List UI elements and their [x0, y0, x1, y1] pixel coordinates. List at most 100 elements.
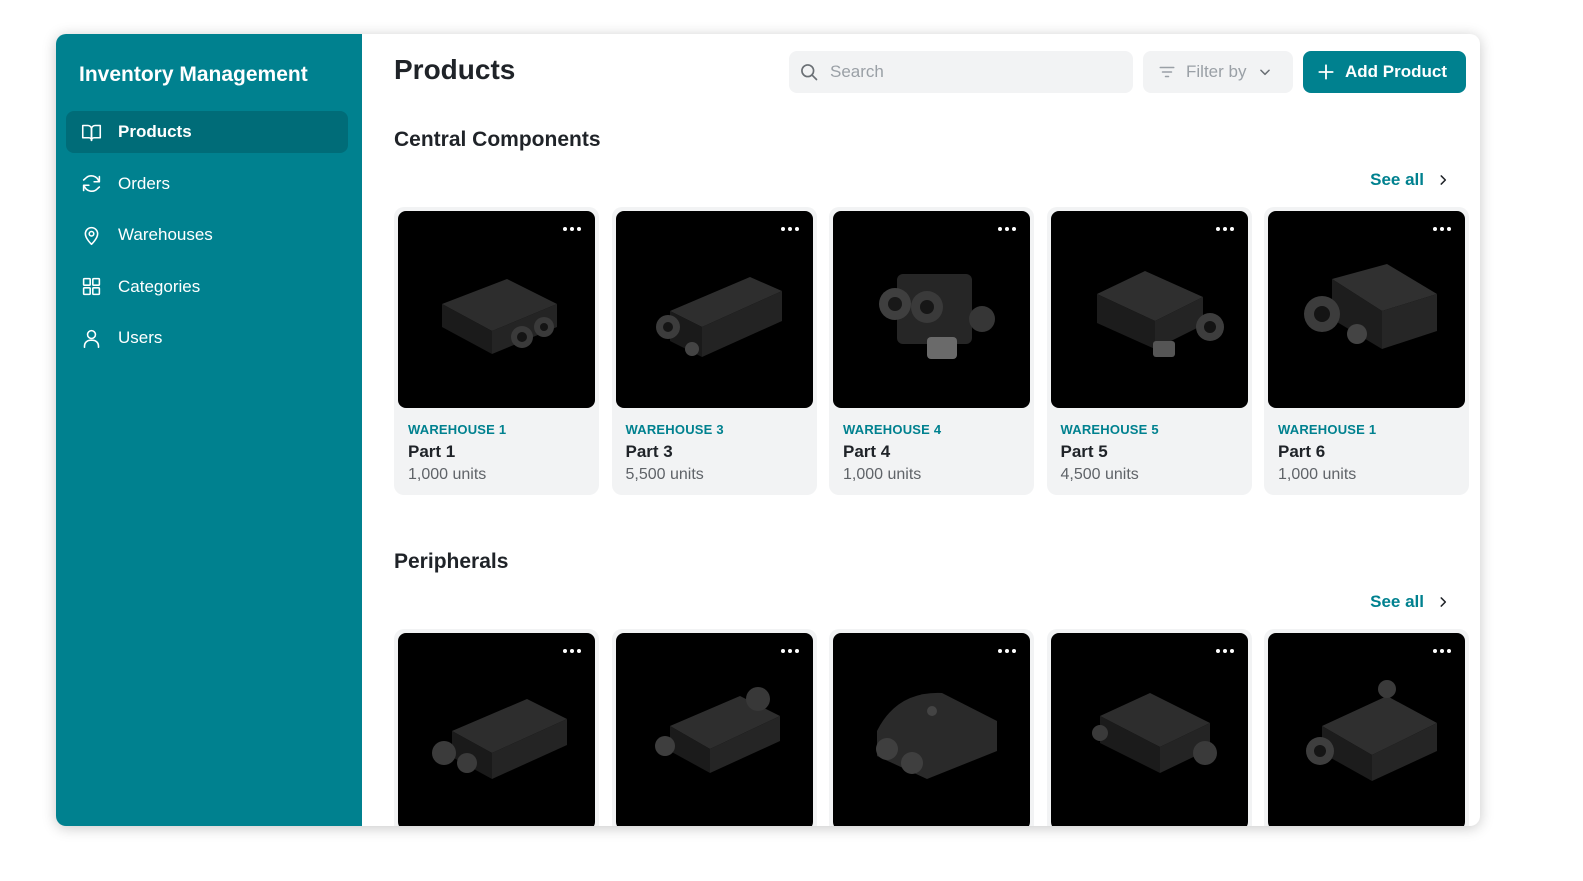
more-options-button[interactable]: [1214, 221, 1236, 237]
product-part-image: [432, 699, 567, 779]
chevron-down-icon: [1260, 69, 1271, 76]
plus-icon: [1318, 64, 1334, 80]
card-body: WAREHOUSE 5 Part 5 4,500 units: [1051, 408, 1248, 484]
product-part-image: [1096, 271, 1224, 357]
card-name: Part 5: [1060, 442, 1108, 461]
more-options-button[interactable]: [996, 643, 1018, 659]
see-all-row: See all: [394, 165, 1466, 195]
add-product-button[interactable]: Add Product: [1303, 51, 1466, 93]
search-icon: [801, 64, 818, 81]
more-horizontal-icon: [1215, 649, 1234, 653]
more-horizontal-icon: [998, 227, 1016, 231]
more-horizontal-icon: [1433, 649, 1451, 653]
more-options-button[interactable]: [561, 221, 583, 237]
more-horizontal-icon: [998, 649, 1016, 653]
sidebar-item-label: Orders: [118, 173, 170, 193]
product-part-image: [442, 279, 557, 354]
card-warehouse: WAREHOUSE 4: [843, 422, 942, 437]
section-title: Central Components: [394, 128, 601, 151]
product-image: [615, 211, 813, 408]
more-options-button[interactable]: [996, 221, 1018, 237]
card-body: WAREHOUSE 1 Part 1 1,000 units: [398, 408, 595, 484]
product-card[interactable]: WAREHOUSE 1 Part 1 1,000 units: [394, 207, 599, 495]
see-all-link[interactable]: See all: [1370, 170, 1450, 190]
more-options-button[interactable]: [779, 643, 801, 659]
sidebar-item-categories[interactable]: Categories: [66, 266, 348, 308]
product-card[interactable]: WAREHOUSE 3 Part 3 5,500 units: [611, 207, 817, 495]
book-open-icon: [81, 124, 102, 141]
section-central-components: Central Components See all WAREHOUSE 1 P…: [394, 125, 1469, 495]
product-part-image: [654, 687, 780, 773]
see-all-row: See all: [394, 587, 1466, 617]
card-units: 1,000 units: [1278, 466, 1357, 483]
sidebar-item-label: Categories: [118, 276, 201, 296]
filter-icon: [1159, 66, 1175, 78]
card-units: 1,000 units: [843, 466, 922, 483]
more-options-button[interactable]: [779, 221, 801, 237]
more-horizontal-icon: [1215, 227, 1234, 231]
filter-button[interactable]: Filter by: [1143, 51, 1293, 93]
card-warehouse: WAREHOUSE 5: [1060, 422, 1159, 437]
more-options-button[interactable]: [1431, 221, 1453, 237]
product-image: [398, 633, 595, 826]
card-warehouse: WAREHOUSE 1: [408, 422, 507, 437]
product-card-list: [394, 629, 1469, 826]
card-body: WAREHOUSE 1 Part 6 1,000 units: [1268, 408, 1465, 484]
card-units: 4,500 units: [1060, 466, 1139, 483]
header: Products Filter by Add Product: [394, 34, 1466, 110]
filter-label: Filter by: [1186, 62, 1247, 81]
sidebar-item-orders[interactable]: Orders: [66, 163, 348, 205]
card-warehouse: WAREHOUSE 1: [1278, 422, 1377, 437]
product-card[interactable]: [394, 629, 599, 826]
product-card[interactable]: WAREHOUSE 5 Part 5 4,500 units: [1046, 207, 1252, 495]
product-part-image: [655, 277, 782, 357]
section-peripherals: Peripherals See all: [394, 547, 1469, 826]
product-part-image: [1304, 264, 1437, 349]
grid-icon: [82, 277, 101, 296]
see-all-link[interactable]: See all: [1370, 592, 1450, 612]
product-card[interactable]: [611, 629, 817, 826]
sidebar-item-label: Warehouses: [118, 225, 213, 244]
product-card[interactable]: [1046, 629, 1252, 826]
product-card[interactable]: WAREHOUSE 4 Part 4 1,000 units: [829, 207, 1034, 495]
sidebar-item-warehouses[interactable]: Warehouses: [66, 214, 348, 256]
product-image: [1268, 211, 1465, 408]
card-body: WAREHOUSE 4 Part 4 1,000 units: [833, 408, 1030, 484]
card-name: Part 3: [625, 442, 673, 461]
product-part-image: [1091, 693, 1217, 773]
product-card[interactable]: [829, 629, 1034, 826]
sidebar-item-label: Users: [118, 328, 163, 347]
card-body: WAREHOUSE 3 Part 3 5,500 units: [616, 408, 813, 484]
card-name: Part 1: [408, 442, 456, 461]
more-options-button[interactable]: [1431, 643, 1453, 659]
product-image: [1050, 211, 1248, 408]
product-image: [833, 211, 1030, 408]
more-horizontal-icon: [780, 649, 799, 653]
more-horizontal-icon: [563, 649, 581, 653]
more-options-button[interactable]: [1214, 643, 1236, 659]
product-card[interactable]: WAREHOUSE 1 Part 6 1,000 units: [1264, 207, 1469, 495]
product-card[interactable]: [1264, 629, 1469, 826]
product-image: [615, 633, 813, 826]
main-content: Products Filter by Add Product Central C…: [362, 34, 1480, 826]
product-part-image: [1306, 680, 1437, 781]
page-title: Products: [394, 54, 516, 85]
chevron-right-icon: [1440, 597, 1447, 607]
more-horizontal-icon: [563, 227, 581, 231]
product-image: [1268, 633, 1465, 826]
more-options-button[interactable]: [561, 643, 583, 659]
see-all-label: See all: [1370, 592, 1424, 611]
sidebar-item-products[interactable]: Products: [66, 111, 348, 153]
chevron-right-icon: [1440, 175, 1447, 185]
see-all-label: See all: [1370, 170, 1424, 189]
refresh-icon: [82, 175, 101, 192]
map-pin-icon: [84, 226, 99, 245]
search-input[interactable]: [830, 62, 1110, 82]
user-icon: [83, 329, 100, 348]
card-warehouse: WAREHOUSE 3: [625, 422, 724, 437]
product-image: [1050, 633, 1248, 826]
search-box[interactable]: [789, 51, 1133, 93]
more-horizontal-icon: [780, 227, 799, 231]
more-horizontal-icon: [1433, 227, 1451, 231]
sidebar-item-users[interactable]: Users: [66, 317, 348, 359]
